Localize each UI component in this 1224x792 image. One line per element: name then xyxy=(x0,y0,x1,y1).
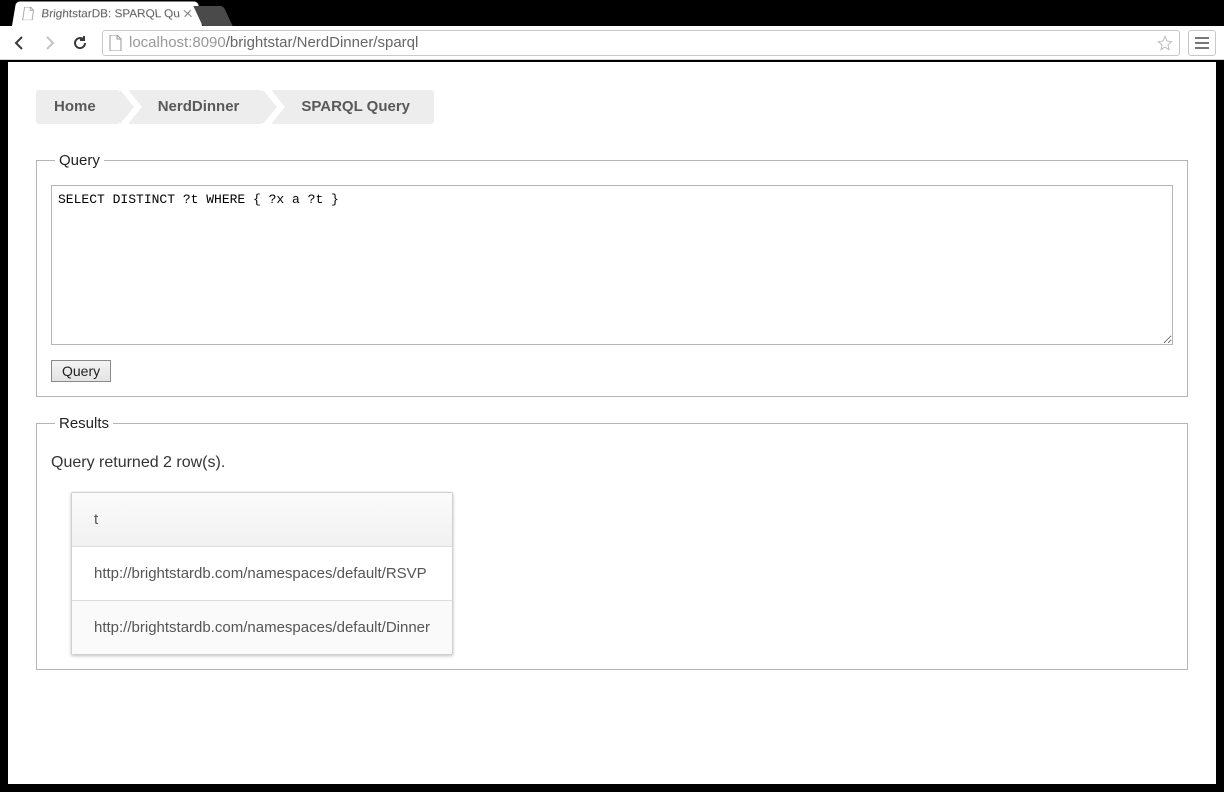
results-table: t http://brightstardb.com/namespaces/def… xyxy=(71,492,453,655)
browser-tab[interactable]: BrightstarDB: SPARQL Que xyxy=(12,2,202,26)
url-host: localhost:8090 xyxy=(129,34,226,51)
results-legend: Results xyxy=(55,415,113,432)
query-legend: Query xyxy=(55,152,104,169)
browser-window: BrightstarDB: SPARQL Que localhost:8090/… xyxy=(0,0,1224,792)
hamburger-menu-icon[interactable] xyxy=(1188,30,1216,56)
results-message: Query returned 2 row(s). xyxy=(51,454,1173,472)
query-fieldset: Query Query xyxy=(36,152,1188,397)
breadcrumb-item-home[interactable]: Home xyxy=(36,90,120,124)
table-header-row: t xyxy=(72,493,452,547)
query-button[interactable]: Query xyxy=(51,360,111,382)
reload-button[interactable] xyxy=(68,31,92,55)
file-icon xyxy=(21,7,37,20)
breadcrumb-item-sparql-query[interactable]: SPARQL Query xyxy=(271,90,434,124)
close-icon[interactable] xyxy=(184,10,193,18)
sparql-query-input[interactable] xyxy=(51,185,1173,345)
address-bar[interactable]: localhost:8090/brightstar/NerdDinner/spa… xyxy=(102,30,1180,56)
tab-strip: BrightstarDB: SPARQL Que xyxy=(0,0,1224,26)
back-button[interactable] xyxy=(8,31,32,55)
table-cell: http://brightstardb.com/namespaces/defau… xyxy=(72,547,452,601)
page-icon xyxy=(109,35,123,51)
table-cell: http://brightstardb.com/namespaces/defau… xyxy=(72,601,452,654)
table-row: http://brightstardb.com/namespaces/defau… xyxy=(72,601,452,654)
bookmark-star-icon[interactable] xyxy=(1157,35,1173,51)
page-body: Home NerdDinner SPARQL Query Query Query… xyxy=(8,62,1216,716)
forward-button[interactable] xyxy=(38,31,62,55)
browser-toolbar: localhost:8090/brightstar/NerdDinner/spa… xyxy=(0,26,1224,60)
table-header-cell: t xyxy=(72,493,452,547)
tab-title: BrightstarDB: SPARQL Que xyxy=(41,7,182,20)
breadcrumb: Home NerdDinner SPARQL Query xyxy=(36,90,1188,124)
page-viewport: Home NerdDinner SPARQL Query Query Query… xyxy=(6,60,1218,786)
url-path: /brightstar/NerdDinner/sparql xyxy=(226,34,419,51)
results-fieldset: Results Query returned 2 row(s). t http:… xyxy=(36,415,1188,670)
breadcrumb-item-nerddinner[interactable]: NerdDinner xyxy=(128,90,264,124)
table-row: http://brightstardb.com/namespaces/defau… xyxy=(72,547,452,601)
